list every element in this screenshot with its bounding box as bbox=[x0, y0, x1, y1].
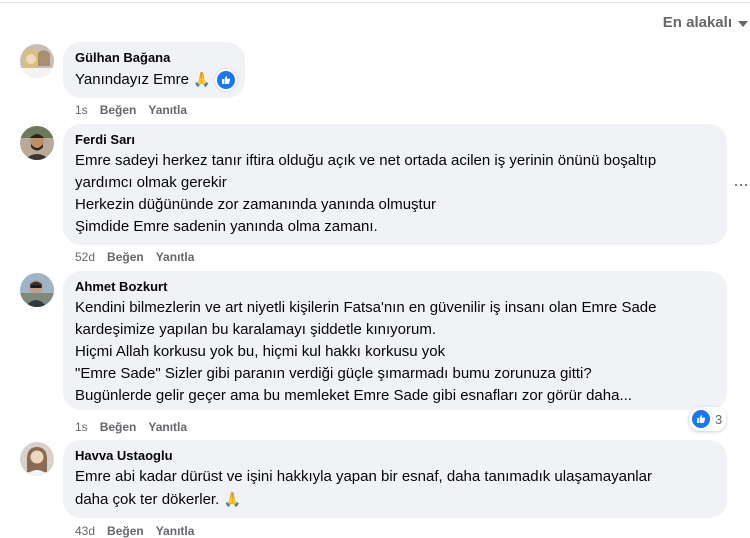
comment-bubble: Havva Ustaoglu Emre abi kadar dürüst ve … bbox=[63, 440, 727, 518]
like-button[interactable]: Beğen bbox=[107, 250, 144, 264]
comment-time[interactable]: 52d bbox=[75, 250, 95, 264]
comment-actions: 1s Beğen Yanıtla bbox=[75, 420, 187, 434]
comment-time[interactable]: 1s bbox=[75, 103, 88, 117]
comment-bubble: Ahmet Bozkurt Kendini bilmezlerin ve art… bbox=[63, 271, 727, 410]
comment-text: Yanındayız Emre 🙏 bbox=[75, 68, 237, 92]
comment-author[interactable]: Gülhan Bağana bbox=[75, 50, 233, 66]
reaction-summary[interactable]: 3 bbox=[689, 407, 727, 431]
pray-emoji: 🙏 bbox=[193, 71, 211, 87]
comment-time[interactable]: 43d bbox=[75, 524, 95, 538]
like-reaction-icon bbox=[690, 408, 712, 430]
comment-bubble: Ferdi Sarı Emre sadeyi herkez tanır ifti… bbox=[63, 124, 727, 245]
comment-line: kardeşimize yapılan bu karalamayı şiddet… bbox=[75, 321, 436, 338]
comment-line: daha çok ter dökerler. bbox=[75, 491, 220, 508]
like-button[interactable]: Beğen bbox=[100, 420, 137, 434]
comment-line: "Emre Sade" Sizler gibi paranın verdiği … bbox=[75, 365, 592, 382]
comment-author[interactable]: Ahmet Bozkurt bbox=[75, 279, 715, 295]
comment-line: Hiçmi Allah korkusu yok bu, hiçmi kul ha… bbox=[75, 343, 446, 360]
reply-button[interactable]: Yanıtla bbox=[156, 250, 195, 264]
comment-author[interactable]: Ferdi Sarı bbox=[75, 132, 715, 148]
chevron-down-icon bbox=[738, 20, 748, 27]
reaction-count: 3 bbox=[715, 411, 723, 427]
comment-line: yardımcı olmak gerekir bbox=[75, 174, 227, 191]
like-button[interactable]: Beğen bbox=[107, 524, 144, 538]
comment-text: Emre abi kadar dürüst ve işini hakkıyla … bbox=[75, 466, 715, 511]
comment-line: Yanındayız Emre bbox=[75, 71, 189, 88]
comment-line: Emre abi kadar dürüst ve işini hakkıyla … bbox=[75, 468, 652, 485]
comment-text: Kendini bilmezlerin ve art niyetli kişil… bbox=[75, 297, 715, 407]
top-divider bbox=[0, 2, 750, 3]
comment-time[interactable]: 1s bbox=[75, 420, 88, 434]
avatar[interactable] bbox=[20, 273, 54, 307]
avatar[interactable] bbox=[20, 44, 54, 78]
comment-author[interactable]: Havva Ustaoglu bbox=[75, 448, 715, 464]
avatar[interactable] bbox=[20, 442, 54, 476]
like-button[interactable]: Beğen bbox=[100, 103, 137, 117]
sort-dropdown[interactable]: En alakalı bbox=[663, 14, 748, 31]
comment-bubble: Gülhan Bağana Yanındayız Emre 🙏 bbox=[63, 42, 245, 98]
reply-button[interactable]: Yanıtla bbox=[156, 524, 195, 538]
sort-label: En alakalı bbox=[662, 14, 732, 31]
comment-line: Emre sadeyi herkez tanır iftira olduğu a… bbox=[75, 152, 657, 169]
comment-actions: 1s Beğen Yanıtla bbox=[75, 103, 187, 117]
avatar[interactable] bbox=[20, 126, 54, 160]
reply-button[interactable]: Yanıtla bbox=[148, 420, 187, 434]
comment-line: Kendini bilmezlerin ve art niyetli kişil… bbox=[75, 299, 657, 316]
comment-text: Emre sadeyi herkez tanır iftira olduğu a… bbox=[75, 150, 715, 238]
comment-line: Şimdide Emre sadenin yanında olma zamanı… bbox=[75, 218, 378, 235]
pray-emoji: 🙏 bbox=[223, 491, 241, 507]
reply-button[interactable]: Yanıtla bbox=[148, 103, 187, 117]
comment-actions: 52d Beğen Yanıtla bbox=[75, 250, 194, 264]
comment-actions: 43d Beğen Yanıtla bbox=[75, 524, 194, 538]
more-options-icon[interactable]: ··· bbox=[733, 174, 749, 195]
comment-line: Herkezin düğününde zor zamanında yanında… bbox=[75, 196, 437, 213]
comment-line: Bugünlerde gelir geçer ama bu memleket E… bbox=[75, 387, 632, 404]
like-reaction-icon[interactable] bbox=[214, 69, 237, 92]
